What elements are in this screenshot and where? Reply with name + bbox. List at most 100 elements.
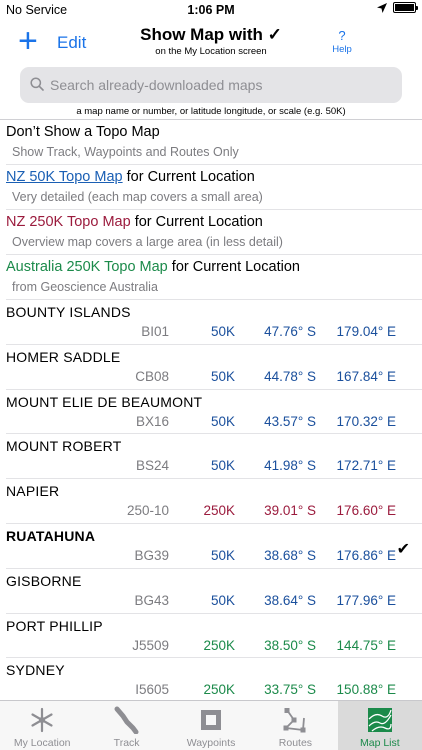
- map-longitude: 172.71° E: [336, 458, 396, 474]
- routes-icon: [283, 708, 306, 733]
- tab-label: Waypoints: [186, 737, 236, 749]
- track-icon: [114, 706, 139, 734]
- tab-label: My Location: [13, 737, 71, 749]
- map-scale: 250K: [203, 682, 235, 698]
- map-row[interactable]: MOUNT ELIE DE BEAUMONT BX16 50K 43.57° S 170…: [6, 390, 422, 435]
- search-hint: a map name or number, or latitude longit…: [76, 106, 346, 117]
- map-code: BS24: [135, 458, 169, 474]
- tab-map-list[interactable]: Map List: [337, 701, 422, 750]
- option-title: Australia 250K Topo Map for Current Loca…: [6, 259, 300, 275]
- map-code: CB08: [135, 368, 169, 384]
- map-scale: 50K: [210, 592, 235, 608]
- map-latitude: 43.57° S: [264, 413, 316, 429]
- map-latitude: 38.64° S: [264, 592, 316, 608]
- map-latitude: 41.98° S: [264, 458, 316, 474]
- map-latitude: 33.75° S: [264, 682, 316, 698]
- option-no-topo-map[interactable]: Don’t Show a Topo Map Show Track, Waypoi…: [6, 120, 422, 165]
- option-title-suffix: for Current Location: [167, 259, 300, 275]
- map-latitude: 44.78° S: [264, 368, 316, 384]
- map-code: BG39: [134, 547, 169, 563]
- map-longitude: 177.96° E: [336, 592, 396, 608]
- location-arrow-icon: [377, 2, 387, 13]
- tab-label: Routes: [278, 737, 313, 749]
- map-longitude: 176.86° E: [336, 547, 396, 563]
- option-title-suffix: for Current Location: [122, 169, 255, 185]
- option-nz-250k[interactable]: NZ 250K Topo Map for Current Location Ov…: [6, 210, 422, 255]
- map-longitude: 179.04° E: [336, 324, 396, 339]
- map-scale: 250K: [203, 637, 235, 653]
- tab-routes[interactable]: Routes: [253, 701, 337, 750]
- australia-250k-label: Australia 250K Topo Map: [6, 259, 168, 275]
- map-name: MOUNT ELIE DE BEAUMONT: [6, 393, 203, 410]
- page-title: Show Map with ✓: [140, 25, 282, 44]
- map-name: RUATAHUNA: [6, 527, 96, 544]
- map-name: BOUNTY ISLANDS: [6, 304, 131, 320]
- option-australia-250k[interactable]: Australia 250K Topo Map for Current Loca…: [6, 255, 422, 300]
- map-name: NAPIER: [6, 483, 60, 500]
- waypoints-icon: [201, 710, 222, 730]
- map-code: BI01: [141, 324, 169, 339]
- status-bar: No Service 1:06 PM: [0, 0, 422, 20]
- map-row[interactable]: NAPIER 250-10 250K 39.01° S 176.60° E: [6, 479, 422, 524]
- tab-waypoints[interactable]: Waypoints: [169, 701, 253, 750]
- map-name: MOUNT ROBERT: [6, 438, 122, 455]
- map-longitude: 144.75° E: [336, 637, 396, 653]
- map-longitude: 176.60° E: [336, 503, 396, 519]
- map-code: BG43: [134, 592, 169, 608]
- map-name: GISBORNE: [6, 572, 82, 589]
- option-title: Don’t Show a Topo Map: [6, 124, 160, 140]
- downloaded-maps: BOUNTY ISLANDS BI01 50K 47.76° S 179.04° E HO…: [0, 300, 422, 700]
- map-row[interactable]: BOUNTY ISLANDS BI01 50K 47.76° S 179.04° E: [6, 300, 422, 345]
- map-list-icon: [367, 708, 392, 732]
- option-subtitle: from Geoscience Australia: [12, 280, 158, 294]
- map-longitude: 170.32° E: [336, 413, 396, 429]
- map-code: I5605: [135, 682, 169, 698]
- option-title-text: Don’t Show a Topo Map: [6, 124, 160, 140]
- map-longitude: 150.88° E: [336, 682, 396, 698]
- map-scale: 50K: [210, 547, 235, 563]
- tab-label: Track: [113, 737, 140, 749]
- map-scale: 50K: [210, 413, 235, 429]
- map-row[interactable]: PORT PHILLIP J5509 250K 38.50° S 144.75° E: [6, 614, 422, 659]
- option-nz-50k[interactable]: NZ 50K Topo Map for Current Location Ver…: [6, 165, 422, 210]
- help-label: Help: [332, 44, 352, 55]
- search-input[interactable]: [50, 67, 395, 103]
- tab-my-location[interactable]: My Location: [0, 701, 84, 750]
- map-code: 250-10: [126, 503, 169, 519]
- edit-button[interactable]: Edit: [57, 33, 86, 53]
- map-row[interactable]: HOMER SADDLE CB08 50K 44.78° S 167.84° E: [6, 345, 422, 390]
- map-scale: 250K: [203, 503, 235, 519]
- page-subtitle: on the My Location screen: [155, 46, 267, 57]
- navigation-bar: + Edit Show Map with ✓ on the My Locatio…: [0, 20, 422, 66]
- map-name: SYDNEY: [6, 662, 65, 679]
- map-latitude: 38.68° S: [264, 547, 316, 563]
- status-time: 1:06 PM: [187, 3, 235, 17]
- tab-track[interactable]: Track: [84, 701, 168, 750]
- option-title-suffix: for Current Location: [130, 214, 263, 230]
- map-scale: 50K: [210, 458, 235, 474]
- search-icon: [30, 77, 44, 91]
- option-subtitle: Show Track, Waypoints and Routes Only: [12, 145, 239, 159]
- help-icon: ?: [338, 28, 346, 43]
- map-row[interactable]: MOUNT ROBERT BS24 50K 41.98° S 172.71° E: [6, 434, 422, 480]
- option-subtitle: Overview map covers a large area (in les…: [12, 235, 283, 249]
- tab-bar: My Location Track Waypoints Routes Map L…: [0, 700, 422, 750]
- option-title: NZ 250K Topo Map for Current Location: [6, 214, 263, 230]
- map-scale: 50K: [210, 324, 235, 339]
- map-row[interactable]: RUATAHUNA BG39 50K 38.68° S 176.86° E ✔: [6, 524, 422, 569]
- map-code: BX16: [135, 413, 169, 429]
- map-row[interactable]: SYDNEY I5605 250K 33.75° S 150.88° E: [6, 658, 422, 700]
- nz-50k-link[interactable]: NZ 50K Topo Map: [6, 169, 123, 185]
- search-bar[interactable]: [20, 67, 402, 103]
- help-button[interactable]: ? Help: [322, 28, 362, 55]
- tab-label: Map List: [359, 737, 400, 749]
- option-subtitle: Very detailed (each map covers a small a…: [12, 190, 263, 204]
- map-latitude: 39.01° S: [264, 503, 316, 519]
- map-list[interactable]: Don’t Show a Topo Map Show Track, Waypoi…: [0, 119, 422, 700]
- map-latitude: 47.76° S: [264, 324, 316, 339]
- map-code: J5509: [132, 637, 169, 653]
- map-name: HOMER SADDLE: [6, 348, 121, 365]
- map-row[interactable]: GISBORNE BG43 50K 38.64° S 177.96° E: [6, 569, 422, 614]
- add-button[interactable]: +: [18, 24, 38, 58]
- map-latitude: 38.50° S: [264, 637, 316, 653]
